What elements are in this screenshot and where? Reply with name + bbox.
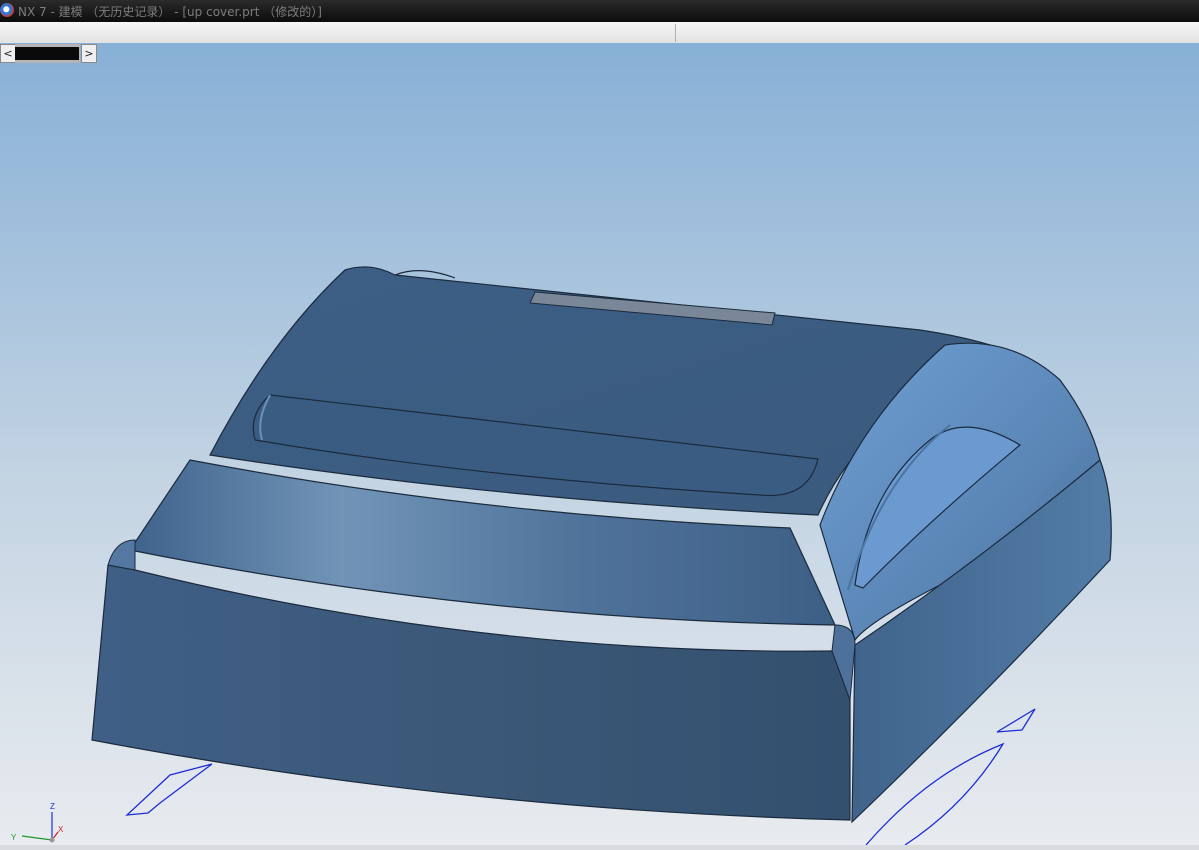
toolbar-divider [675, 24, 676, 42]
triad-x-label: X [58, 825, 64, 834]
graphics-viewport[interactable] [0, 43, 1199, 845]
scroll-right-button[interactable]: > [81, 44, 97, 63]
triad-y-axis [21, 835, 53, 841]
triad-y-label: Y [11, 833, 17, 842]
triad-origin [49, 837, 55, 843]
triad-z-label: Z [50, 802, 55, 811]
scroll-left-button[interactable]: < [0, 44, 16, 63]
scroll-track[interactable] [15, 44, 80, 63]
model-canvas[interactable] [0, 43, 1199, 845]
toolbar [0, 22, 1199, 44]
nx-logo-icon[interactable] [0, 3, 14, 17]
view-triad: Z Y X [8, 800, 68, 845]
window-title: NX 7 - 建模 （无历史记录） - [up cover.prt （修改的）] [18, 5, 322, 19]
horizontal-scrollbar[interactable]: < > [0, 44, 97, 63]
scroll-thumb[interactable] [15, 47, 79, 60]
title-bar: NX 7 - 建模 （无历史记录） - [up cover.prt （修改的）] [0, 0, 1199, 22]
